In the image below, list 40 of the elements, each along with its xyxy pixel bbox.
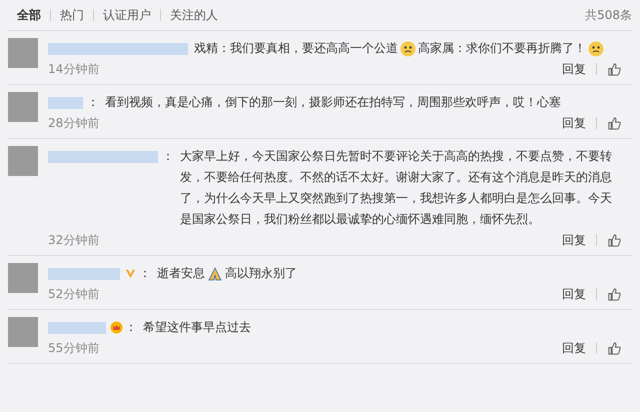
thumbs-up-icon[interactable] — [607, 232, 622, 248]
colon-separator: ： — [125, 319, 137, 336]
reply-link[interactable]: 回复 — [562, 114, 586, 132]
avatar-placeholder — [8, 317, 38, 347]
comment-text: 高家属：求你们不要再折腾了！ — [418, 41, 586, 55]
colon-separator: ： — [139, 265, 151, 282]
verified-v-icon — [124, 267, 137, 280]
comment-count: 共508条 — [585, 6, 632, 24]
crown-icon — [110, 321, 123, 334]
colon-separator: ： — [87, 94, 99, 111]
thumbs-up-icon[interactable] — [607, 116, 622, 130]
comment-text: 希望这件事早点过去 — [143, 320, 251, 334]
thumbs-up-icon[interactable] — [607, 62, 622, 76]
reply-link[interactable]: 回复 — [562, 286, 586, 302]
reply-link[interactable]: 回复 — [562, 340, 586, 356]
comment-text: 大家早上好，今天国家公祭日先暂时不要评论关于高高的热搜，不要点赞，不要转发，不要给任何热度。不然的话不太好。谢谢大家了。还有这个消息是昨天的消息了，为什么今天早上又突然跑到了热搜第一，我想许多人都明白是怎么回事。今天是国家公祭日，我们粉丝都以最诚挚的心缅怀遇难同胞，缅怀先烈。 — [180, 149, 612, 226]
filter-tab[interactable]: 认证用户 — [94, 6, 160, 24]
reply-link[interactable]: 回复 — [562, 60, 586, 78]
emoji-face-icon — [588, 40, 604, 57]
colon-separator: ： — [162, 148, 174, 165]
thumbs-up-icon[interactable] — [607, 286, 622, 302]
avatar-placeholder — [8, 146, 38, 176]
avatar-placeholder — [8, 38, 38, 68]
emoji-face-icon — [400, 40, 416, 57]
thumbs-up-icon[interactable] — [607, 340, 622, 356]
comment-text: 逝者安息 — [157, 266, 205, 280]
comment-text: 看到视频，真是心痛，倒下的那一刻，摄影师还在拍特写，周围那些欢呼声，哎！心塞 — [105, 95, 561, 109]
avatar-placeholder — [8, 92, 38, 122]
comment-time: 55分钟前 — [48, 340, 100, 356]
filter-tab[interactable]: 全部 — [8, 6, 50, 24]
comment-time: 32分钟前 — [48, 232, 100, 248]
reply-link[interactable]: 回复 — [562, 232, 586, 248]
comment-time: 14分钟前 — [48, 60, 100, 78]
comment-time: 28分钟前 — [48, 114, 100, 132]
comment-text: 戏精：我们要真相，要还高高一个公道 — [194, 41, 398, 55]
comment-time: 52分钟前 — [48, 286, 100, 302]
avatar-placeholder — [8, 263, 38, 293]
comment-text: 高以翔永别了 — [225, 266, 297, 280]
filter-tab[interactable]: 关注的人 — [161, 6, 227, 24]
filter-tab[interactable]: 热门 — [51, 6, 93, 24]
